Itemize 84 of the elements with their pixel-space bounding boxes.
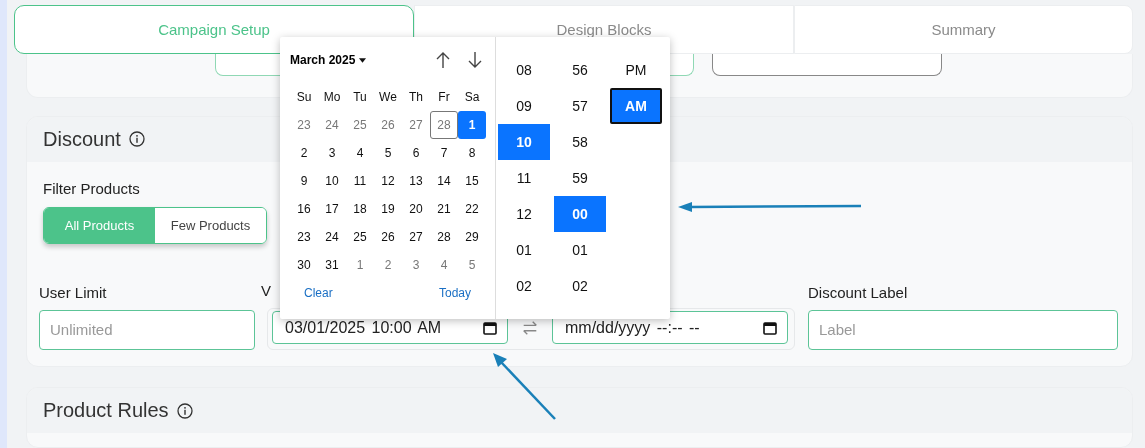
hour-option[interactable]: 02 <box>498 268 550 304</box>
calendar-day[interactable]: 9 <box>290 167 318 195</box>
calendar-day[interactable]: 20 <box>402 195 430 223</box>
hour-option[interactable]: 10 <box>498 124 550 160</box>
calendar-day[interactable]: 23 <box>290 111 318 139</box>
calendar-icon[interactable] <box>763 320 777 335</box>
calendar-day[interactable]: 8 <box>458 139 486 167</box>
filter-option[interactable]: Few Products <box>155 207 266 243</box>
calendar-day[interactable]: 22 <box>458 195 486 223</box>
calendar-day[interactable]: 21 <box>430 195 458 223</box>
tab[interactable]: Summary <box>794 5 1133 54</box>
caret-icon <box>359 57 367 63</box>
calendar-day[interactable]: 30 <box>290 251 318 279</box>
calendar-day[interactable]: 23 <box>290 223 318 251</box>
info-icon[interactable] <box>128 131 145 148</box>
weekday-label: Tu <box>352 89 368 106</box>
field-label: Discount Label <box>808 283 908 301</box>
calendar-day[interactable]: 29 <box>458 223 486 251</box>
month-dropdown[interactable]: March 2025 <box>290 53 367 67</box>
info-icon[interactable] <box>176 402 193 419</box>
section-title: Discount <box>43 127 121 151</box>
calendar-day[interactable]: 27 <box>402 223 430 251</box>
minute-option[interactable]: 01 <box>554 232 606 268</box>
hour-option[interactable]: 12 <box>498 196 550 232</box>
clear-button[interactable]: Clear <box>298 285 339 301</box>
calendar-day[interactable]: 1 <box>346 251 374 279</box>
section-title: Product Rules <box>43 399 169 423</box>
calendar-day[interactable]: 13 <box>402 167 430 195</box>
calendar-day[interactable]: 25 <box>346 223 374 251</box>
calendar-day[interactable]: 17 <box>318 195 346 223</box>
weekday-label: Mo <box>322 89 342 106</box>
calendar-day[interactable]: 24 <box>318 223 346 251</box>
calendar-day[interactable]: 4 <box>430 251 458 279</box>
field-label: Filter Products <box>43 179 140 197</box>
calendar-day[interactable]: 12 <box>374 167 402 195</box>
calendar-day[interactable]: 7 <box>430 139 458 167</box>
hour-option[interactable]: 01 <box>498 232 550 268</box>
minute-option[interactable]: 59 <box>554 160 606 196</box>
annotation-arrow <box>493 353 557 421</box>
calendar-day[interactable]: 31 <box>318 251 346 279</box>
user-limit-field[interactable]: Unlimited <box>39 309 255 350</box>
calendar-day[interactable]: 15 <box>458 167 486 195</box>
calendar-day[interactable]: 5 <box>374 139 402 167</box>
calendar-day[interactable]: 3 <box>318 139 346 167</box>
weekday-label: Sa <box>463 89 481 106</box>
hour-option[interactable]: 08 <box>498 52 550 88</box>
calendar-day[interactable]: 10 <box>318 167 346 195</box>
calendar-day[interactable]: 5 <box>458 251 486 279</box>
calendar-day[interactable]: 11 <box>346 167 374 195</box>
calendar-day[interactable]: 27 <box>402 111 430 139</box>
calendar-day[interactable]: 16 <box>290 195 318 223</box>
minute-option[interactable]: 56 <box>554 52 606 88</box>
calendar-icon[interactable] <box>483 320 497 335</box>
field-label: User Limit <box>39 283 107 301</box>
calendar-day[interactable]: 25 <box>346 111 374 139</box>
today-button[interactable]: Today <box>432 285 477 301</box>
calendar-day[interactable]: 2 <box>290 139 318 167</box>
calendar-day[interactable]: 26 <box>374 223 402 251</box>
period-option[interactable]: AM <box>610 88 662 124</box>
calendar-day[interactable]: 28 <box>430 223 458 251</box>
input-field[interactable] <box>712 53 942 76</box>
calendar-day[interactable]: 18 <box>346 195 374 223</box>
hour-option[interactable]: 09 <box>498 88 550 124</box>
weekday-label: Su <box>295 89 313 106</box>
calendar-day[interactable]: 6 <box>402 139 430 167</box>
minute-option[interactable]: 02 <box>554 268 606 304</box>
minute-option[interactable]: 57 <box>554 88 606 124</box>
calendar-day[interactable]: 4 <box>346 139 374 167</box>
calendar-day[interactable]: 26 <box>374 111 402 139</box>
hour-option[interactable]: 11 <box>498 160 550 196</box>
discount-label-field[interactable]: Label <box>808 309 1118 350</box>
calendar-day[interactable]: 2 <box>374 251 402 279</box>
calendar-day[interactable]: 19 <box>374 195 402 223</box>
weekday-label: We <box>378 89 398 106</box>
weekday-label: Th <box>408 89 424 106</box>
minute-option[interactable]: 00 <box>554 196 606 232</box>
weekday-label: Fr <box>437 89 451 106</box>
calendar-day[interactable]: 14 <box>430 167 458 195</box>
calendar-day[interactable]: 3 <box>402 251 430 279</box>
minute-option[interactable]: 58 <box>554 124 606 160</box>
calendar-day[interactable]: 1 <box>458 111 486 139</box>
field-label: V <box>261 281 271 299</box>
calendar-day[interactable]: 24 <box>318 111 346 139</box>
period-option[interactable]: PM <box>610 52 662 88</box>
